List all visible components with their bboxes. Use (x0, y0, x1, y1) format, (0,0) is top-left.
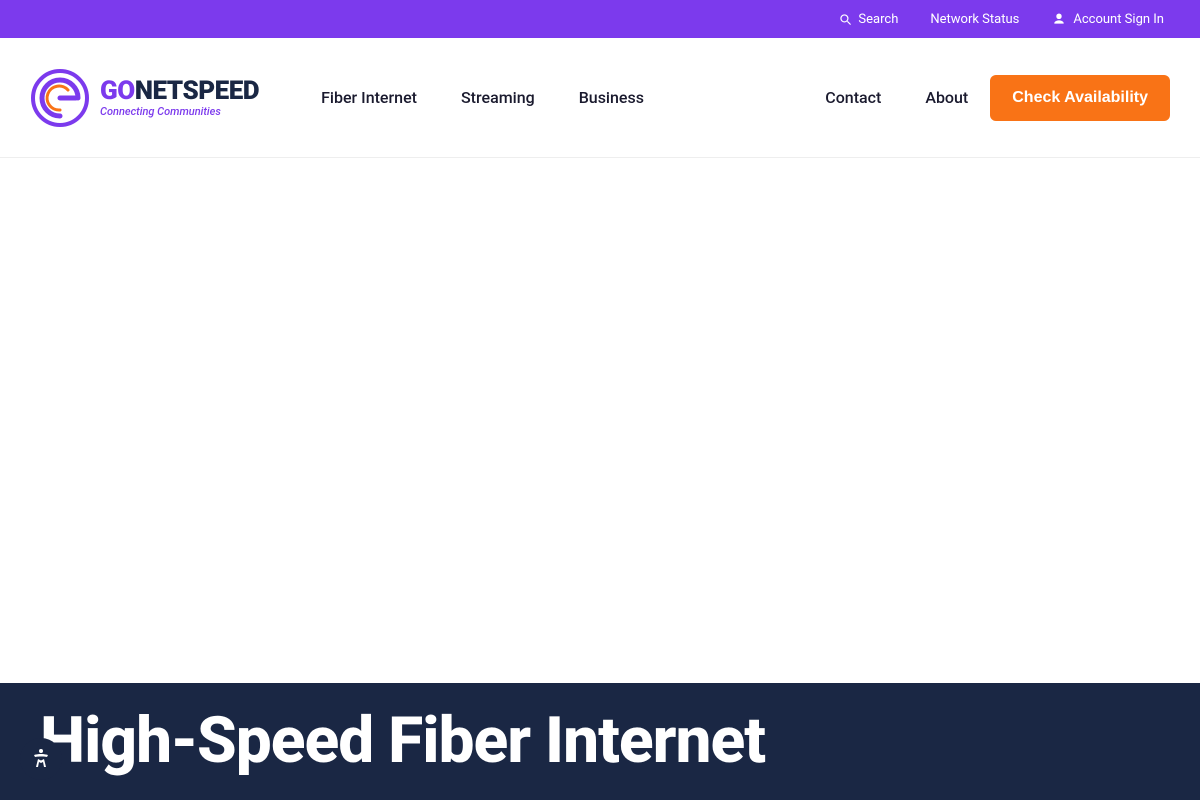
logo-icon (30, 68, 90, 128)
network-status-link[interactable]: Network Status (914, 12, 1035, 27)
accessibility-button[interactable] (20, 738, 62, 780)
nav-links: Fiber Internet Streaming Business Contac… (299, 75, 1170, 121)
search-label: Search (858, 12, 898, 27)
logo-go: GO (100, 77, 135, 106)
nav-about[interactable]: About (903, 88, 990, 107)
nav-fiber-internet[interactable]: Fiber Internet (299, 88, 439, 107)
logo-text: GO NETSPEED Connecting Communities (100, 77, 259, 118)
account-sign-in-link[interactable]: Account Sign In (1035, 11, 1180, 27)
check-availability-button[interactable]: Check Availability (990, 75, 1170, 121)
search-icon (838, 12, 852, 26)
hero-heading: High-Speed Fiber Internet (40, 706, 765, 776)
nav-contact[interactable]: Contact (803, 88, 903, 107)
account-icon (1051, 11, 1067, 27)
nav-business[interactable]: Business (557, 88, 666, 107)
nav-streaming[interactable]: Streaming (439, 88, 557, 107)
main-nav: GO NETSPEED Connecting Communities Fiber… (0, 38, 1200, 158)
logo-netspeed: NETSPEED (135, 77, 259, 106)
network-status-label: Network Status (930, 12, 1019, 27)
top-bar: Search Network Status Account Sign In (0, 0, 1200, 38)
account-sign-in-label: Account Sign In (1073, 12, 1164, 27)
accessibility-icon (29, 747, 53, 771)
dark-section: High-Speed Fiber Internet (0, 683, 1200, 800)
search-link[interactable]: Search (822, 12, 914, 27)
logo-tagline: Connecting Communities (100, 106, 259, 118)
hero-area (0, 158, 1200, 683)
logo[interactable]: GO NETSPEED Connecting Communities (30, 68, 259, 128)
